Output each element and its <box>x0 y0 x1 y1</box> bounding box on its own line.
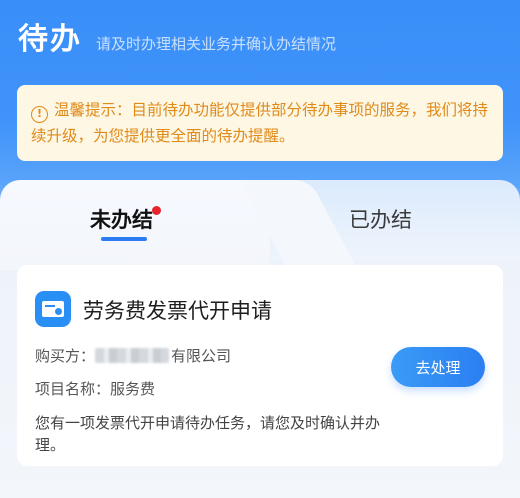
item-value: 服务费 <box>110 380 156 398</box>
redacted-company-name <box>95 348 170 363</box>
tab-completed[interactable]: 已办结 <box>349 204 412 234</box>
tab-bar: 未办结 已办结 <box>0 180 520 270</box>
buyer-row: 购买方： 有限公司 <box>35 345 231 366</box>
item-row: 项目名称：服务费 <box>35 378 155 399</box>
card-title: 劳务费发票代开申请 <box>83 299 272 323</box>
page-title: 待办 <box>18 22 82 57</box>
tab-pending-label: 未办结 <box>90 208 153 232</box>
notice-text: 温馨提示：目前待办功能仅提供部分待办事项的服务，我们将持续升级，为您提供更全面的… <box>31 101 489 145</box>
page-header: 待办 请及时办理相关业务并确认办结情况 <box>18 14 337 57</box>
tab-completed-label: 已办结 <box>349 208 412 232</box>
buyer-value-suffix: 有限公司 <box>171 347 232 365</box>
tab-pending[interactable]: 未办结 <box>90 204 161 234</box>
item-label: 项目名称： <box>35 380 111 398</box>
process-button[interactable]: 去处理 <box>391 347 485 387</box>
active-tab-indicator <box>101 237 147 241</box>
notice-banner: ! 温馨提示：目前待办功能仅提供部分待办事项的服务，我们将持续升级，为您提供更全面… <box>17 85 503 161</box>
task-description: 您有一项发票代开申请待办任务，请您及时确认并办理。 <box>35 414 381 454</box>
invoice-icon <box>35 291 71 327</box>
unread-badge <box>152 206 161 215</box>
page-subtitle: 请及时办理相关业务并确认办结情况 <box>96 35 337 53</box>
buyer-label: 购买方： <box>35 347 96 365</box>
todo-card[interactable]: 劳务费发票代开申请 购买方： 有限公司 项目名称：服务费 您有一项发票代开申请待办… <box>17 265 503 466</box>
exclamation-circle-icon: ! <box>31 106 48 123</box>
